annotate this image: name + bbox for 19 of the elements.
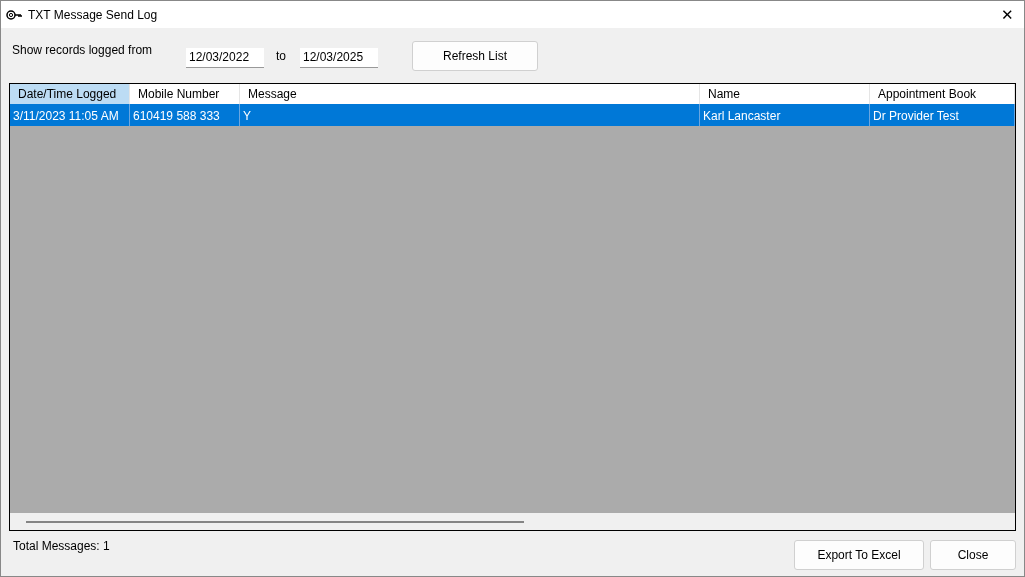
close-button[interactable]: ✕ xyxy=(990,1,1024,28)
table-cell: Karl Lancaster xyxy=(700,104,870,126)
total-messages: Total Messages: 1 xyxy=(13,539,111,553)
table-cell: 3/11/2023 11:05 AM xyxy=(10,104,130,126)
footer-button[interactable]: Close xyxy=(930,540,1016,570)
from-date-field[interactable]: 12/03/2022 xyxy=(186,47,264,68)
table-cell: Dr Provider Test xyxy=(870,104,1015,126)
key-icon xyxy=(6,9,22,20)
filter-label: Show records logged from xyxy=(12,43,154,57)
to-label: to xyxy=(276,48,286,63)
column-header[interactable]: Date/Time Logged xyxy=(10,84,130,104)
window-title: TXT Message Send Log xyxy=(28,7,159,22)
footer-button[interactable]: Export To Excel xyxy=(794,540,924,570)
refresh-button[interactable]: Refresh List xyxy=(412,40,538,71)
horizontal-scrollbar[interactable] xyxy=(10,513,1015,530)
to-date-field[interactable]: 12/03/2025 xyxy=(300,47,378,68)
table-row[interactable]: 3/11/2023 11:05 AM 610419 588 333 Y Karl Lancaster Dr Provider Test xyxy=(10,104,1015,126)
table-cell: 610419 588 333 xyxy=(130,104,240,126)
table-cell: Y xyxy=(240,104,700,126)
